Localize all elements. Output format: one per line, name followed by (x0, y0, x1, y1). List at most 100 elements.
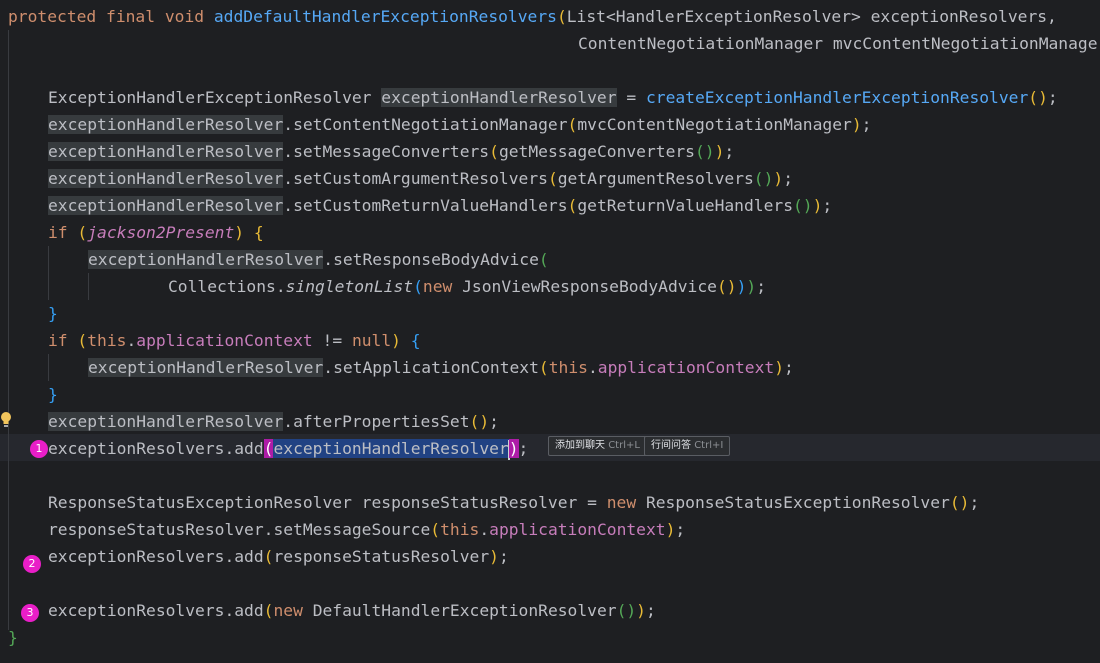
code-token: .setApplicationContext (323, 358, 539, 377)
code-token: ( (538, 250, 549, 269)
code-editor[interactable]: protected final void addDefaultHandlerEx… (0, 0, 1100, 663)
indent-guide (88, 273, 89, 300)
code-token: ; (969, 493, 980, 512)
code-line[interactable]: if (this.applicationContext != null) { (48, 327, 421, 354)
code-token: } (48, 385, 58, 404)
matched-bracket: ) (508, 439, 519, 458)
code-token: ) (234, 223, 245, 242)
code-line[interactable]: if (jackson2Present) { (48, 219, 264, 246)
code-token: . (283, 115, 294, 134)
code-token: () (694, 142, 715, 161)
code-line[interactable]: exceptionHandlerResolver.setCustomReturn… (48, 192, 832, 219)
add-to-chat-button[interactable]: 添加到聊天 Ctrl+L (548, 436, 647, 456)
code-token: ; (1047, 88, 1058, 107)
selected-text[interactable]: exceptionHandlerResolver (273, 439, 509, 458)
code-token: . (479, 520, 490, 539)
code-token: () (716, 277, 737, 296)
code-line[interactable]: protected final void addDefaultHandlerEx… (8, 3, 1057, 30)
code-token: ) (746, 277, 757, 296)
code-line[interactable]: } (48, 300, 58, 327)
lightbulb-icon[interactable] (0, 411, 12, 429)
code-token: .setMessageConverters (283, 142, 490, 161)
code-token: ) (773, 169, 784, 188)
code-token: .setCustomArgumentResolvers (283, 169, 548, 188)
code-token: ) (489, 547, 499, 566)
code-line[interactable]: exceptionHandlerResolver.setMessageConve… (48, 138, 734, 165)
code-token: exceptionResolvers.add (48, 547, 264, 566)
code-line[interactable]: exceptionHandlerResolver.setContentNegot… (48, 111, 871, 138)
code-token: setContentNegotiationManager (293, 115, 568, 134)
code-token: exceptionHandlerResolver (48, 142, 284, 161)
code-token: this (440, 520, 480, 539)
code-token: getMessageConverters (498, 142, 695, 161)
code-token: ; (675, 520, 686, 539)
code-token: exceptionHandlerResolver (88, 250, 324, 269)
code-token: ( (567, 115, 578, 134)
code-token: createExceptionHandlerExceptionResolver (645, 88, 1029, 107)
code-token: ( (77, 223, 88, 242)
code-token: ; (489, 412, 499, 431)
code-token: new (606, 493, 646, 512)
code-line[interactable]: exceptionResolvers.add(new DefaultHandle… (48, 597, 656, 624)
code-token: addDefaultHandlerExceptionResolvers (213, 7, 557, 26)
code-token: new (422, 277, 463, 296)
code-line[interactable]: responseStatusResolver.setMessageSource(… (48, 516, 685, 543)
code-token: = (616, 88, 646, 107)
code-token: .setCustomReturnValueHandlers (283, 196, 568, 215)
code-token: applicationContext (489, 520, 666, 539)
code-token: ) (391, 331, 401, 350)
code-token: { (410, 331, 421, 350)
code-line-current[interactable]: exceptionResolvers.add(exceptionHandlerR… (48, 435, 528, 462)
code-token: exceptionHandlerResolver (48, 196, 284, 215)
code-line[interactable]: exceptionResolvers.add(responseStatusRes… (48, 543, 509, 570)
code-token: protected final void (8, 7, 214, 26)
code-line[interactable]: exceptionHandlerResolver.afterProperties… (48, 408, 499, 435)
code-token: ; (756, 277, 767, 296)
code-token: null (351, 331, 392, 350)
code-token: ; (822, 196, 833, 215)
code-token: ) (714, 142, 725, 161)
code-token: exceptionHandlerResolver (381, 88, 617, 107)
code-token: exceptionHandlerResolver (48, 412, 284, 431)
code-token: this (87, 331, 127, 350)
code-line[interactable]: exceptionHandlerResolver.setResponseBody… (88, 246, 549, 273)
code-token: exceptionHandlerResolver (88, 358, 324, 377)
code-token: ( (77, 331, 88, 350)
code-token: ResponseStatusExceptionResolver response… (48, 493, 607, 512)
code-token: List<HandlerExceptionResolver> exception… (566, 7, 1057, 26)
code-line[interactable]: ExceptionHandlerExceptionResolver except… (48, 84, 1058, 111)
code-token: ( (489, 142, 499, 161)
annotation-marker-1: 1 (30, 440, 48, 458)
code-token: singletonList (285, 277, 414, 296)
code-token: .afterPropertiesSet (283, 412, 470, 431)
inline-ask-shortcut: Ctrl+I (694, 440, 724, 451)
annotation-marker-3: 3 (21, 604, 39, 622)
code-token: ContentNegotiationManager mvcContentNego… (578, 34, 1098, 53)
code-token: . (587, 358, 598, 377)
code-token: } (48, 304, 58, 323)
code-token: ; (784, 358, 794, 377)
indent-guide (8, 30, 9, 630)
code-token: ( (413, 277, 423, 296)
code-token: applicationContext (597, 358, 775, 377)
code-token: ( (263, 547, 274, 566)
code-line[interactable]: ResponseStatusExceptionResolver response… (48, 489, 979, 516)
code-line[interactable]: exceptionHandlerResolver.setApplicationC… (88, 354, 794, 381)
code-line[interactable]: ContentNegotiationManager mvcContentNego… (578, 30, 1098, 57)
code-token: exceptionResolvers.add (48, 439, 264, 458)
code-line[interactable]: exceptionHandlerResolver.setCustomArgume… (48, 165, 793, 192)
code-token: { (253, 223, 264, 242)
code-token: != (312, 331, 352, 350)
code-line[interactable]: } (8, 624, 18, 651)
code-line[interactable]: } (48, 381, 58, 408)
code-token: DefaultHandlerExceptionResolver (312, 601, 617, 620)
inline-ask-button[interactable]: 行间问答 Ctrl+I (644, 436, 731, 456)
code-token: jackson2Present (87, 223, 235, 242)
code-token: ; (518, 439, 529, 458)
code-token: ( (567, 196, 578, 215)
code-token: () (793, 196, 813, 215)
code-token: ; (861, 115, 872, 134)
code-token: ( (538, 358, 549, 377)
code-line[interactable]: Collections.singletonList(new JsonViewRe… (168, 273, 766, 300)
